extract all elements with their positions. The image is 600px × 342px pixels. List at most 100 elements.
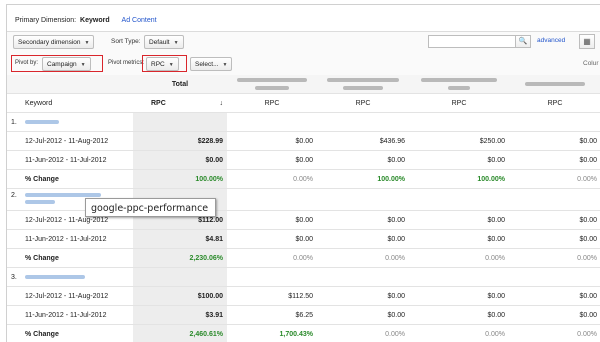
change-value: 0.00% — [317, 325, 409, 342]
change-value: 0.00% — [509, 325, 600, 342]
keyword-link[interactable] — [21, 113, 133, 132]
cell-value: $0.00 — [509, 211, 600, 230]
primary-dimension-keyword[interactable]: Keyword — [80, 17, 110, 24]
cell-value: $0.00 — [317, 287, 409, 306]
chevron-down-icon: ▼ — [174, 36, 179, 50]
table-row: 11-Jun-2012 - 11-Jul-2012 $0.00 $0.00 $0… — [7, 151, 600, 170]
search-button[interactable]: 🔍 — [515, 35, 531, 48]
total-value: $228.99 — [133, 132, 227, 151]
cell-value: $0.00 — [227, 230, 317, 249]
row-index: 3. — [7, 268, 21, 287]
search-icon: 🔍 — [519, 38, 528, 45]
pivot-toolbar: Pivot by: Campaign▼ Pivot metrics: RPC▼ … — [7, 53, 600, 76]
cell-value: $0.00 — [509, 306, 600, 325]
table-row: 11-Jun-2012 - 11-Jul-2012 $3.91 $6.25 $0… — [7, 306, 600, 325]
pivot-column-header[interactable] — [227, 75, 317, 94]
total-rpc-header[interactable]: RPC↓ — [133, 94, 227, 113]
rpc-header[interactable]: RPC — [409, 94, 509, 113]
change-value: 0.00% — [409, 325, 509, 342]
keyword-row: 1. — [7, 113, 600, 132]
pivot-by-label: Pivot by: — [15, 60, 38, 66]
total-change: 2,460.61% — [133, 325, 227, 342]
select-metric-dropdown[interactable]: Select... ▼ — [190, 57, 232, 71]
change-value: 100.00% — [409, 170, 509, 189]
cell-value: $0.00 — [409, 211, 509, 230]
cell-value: $0.00 — [227, 132, 317, 151]
cell-value: $0.00 — [509, 230, 600, 249]
rpc-header[interactable]: RPC — [227, 94, 317, 113]
chevron-down-icon: ▼ — [222, 58, 227, 72]
primary-dimension-bar: Primary Dimension: Keyword Ad Content — [15, 17, 157, 24]
cell-value: $0.00 — [317, 211, 409, 230]
cell-value: $0.00 — [227, 151, 317, 170]
cell-value: $250.00 — [409, 132, 509, 151]
pivot-by-value: Campaign — [47, 61, 77, 68]
rpc-header[interactable]: RPC — [317, 94, 409, 113]
total-change: 100.00% — [133, 170, 227, 189]
table-row: 11-Jun-2012 - 11-Jul-2012 $4.81 $0.00 $0… — [7, 230, 600, 249]
table-row: 12-Jul-2012 - 11-Aug-2012 $100.00 $112.5… — [7, 287, 600, 306]
pivot-column-header[interactable] — [317, 75, 409, 94]
keyword-row: 3. — [7, 268, 600, 287]
grid-view-button[interactable]: ▦ — [579, 34, 595, 49]
cell-value: $0.00 — [409, 230, 509, 249]
change-value: 100.00% — [317, 170, 409, 189]
change-row: % Change 100.00% 0.00% 100.00% 100.00% 0… — [7, 170, 600, 189]
change-value: 0.00% — [227, 249, 317, 268]
date-range-label: 11-Jun-2012 - 11-Jul-2012 — [21, 151, 133, 170]
cell-value: $0.00 — [317, 151, 409, 170]
row-index: 1. — [7, 113, 21, 132]
total-value: $4.81 — [133, 230, 227, 249]
row-index: 2. — [7, 189, 21, 211]
primary-dimension-ad-content-link[interactable]: Ad Content — [122, 17, 157, 24]
primary-dimension-label: Primary Dimension: — [15, 17, 76, 24]
select-metric-label: Select... — [195, 61, 218, 68]
change-row: % Change 2,230.06% 0.00% 0.00% 0.00% 0.0… — [7, 249, 600, 268]
change-value: 0.00% — [509, 170, 600, 189]
table-header-row: Total — [7, 75, 600, 94]
cell-value: $0.00 — [509, 151, 600, 170]
secondary-dimension-dropdown[interactable]: Secondary dimension ▼ — [13, 35, 94, 49]
sort-type-dropdown[interactable]: Default ▼ — [144, 35, 184, 49]
metric-header-row: Keyword RPC↓ RPC RPC RPC RPC — [7, 94, 600, 113]
keyword-column-header[interactable]: Keyword — [21, 94, 133, 113]
cell-value: $6.25 — [227, 306, 317, 325]
cell-value: $436.96 — [317, 132, 409, 151]
table-row: 12-Jul-2012 - 11-Aug-2012 $228.99 $0.00 … — [7, 132, 600, 151]
cell-value: $0.00 — [227, 211, 317, 230]
cell-value: $0.00 — [409, 306, 509, 325]
sort-type-value: Default — [149, 39, 170, 46]
change-value: 0.00% — [227, 170, 317, 189]
cell-value: $0.00 — [317, 230, 409, 249]
date-range-label: 12-Jul-2012 - 11-Aug-2012 — [21, 287, 133, 306]
change-row: % Change 2,460.61% 1,700.43% 0.00% 0.00%… — [7, 325, 600, 342]
total-value: $0.00 — [133, 151, 227, 170]
total-value: $3.91 — [133, 306, 227, 325]
chevron-down-icon: ▼ — [85, 36, 90, 50]
pivot-column-header[interactable] — [409, 75, 509, 94]
cell-value: $0.00 — [409, 287, 509, 306]
pivot-metrics-label: Pivot metrics: — [108, 60, 144, 66]
cell-value: $112.50 — [227, 287, 317, 306]
date-range-label: 11-Jun-2012 - 11-Jul-2012 — [21, 230, 133, 249]
report-panel: Primary Dimension: Keyword Ad Content Se… — [6, 4, 600, 342]
pivot-metric-value: RPC — [151, 61, 165, 68]
search-input[interactable] — [428, 35, 516, 48]
pivot-by-dropdown[interactable]: Campaign▼ — [42, 57, 91, 71]
grid-icon: ▦ — [583, 37, 591, 46]
sort-type-label: Sort Type: — [111, 38, 141, 45]
chevron-down-icon: ▼ — [169, 58, 174, 72]
date-range-label: 12-Jul-2012 - 11-Aug-2012 — [21, 132, 133, 151]
cell-value: $0.00 — [509, 287, 600, 306]
advanced-link[interactable]: advanced — [537, 37, 565, 44]
pivot-metric-dropdown[interactable]: RPC ▼ — [146, 57, 179, 71]
change-label: % Change — [21, 249, 133, 268]
keyword-link[interactable] — [21, 268, 133, 287]
rpc-header[interactable]: RPC — [509, 94, 600, 113]
pivot-column-header[interactable] — [509, 75, 600, 94]
change-value: 0.00% — [317, 249, 409, 268]
secondary-dimension-label: Secondary dimension — [18, 39, 81, 46]
total-change: 2,230.06% — [133, 249, 227, 268]
change-value: 0.00% — [509, 249, 600, 268]
cell-value: $0.00 — [509, 132, 600, 151]
